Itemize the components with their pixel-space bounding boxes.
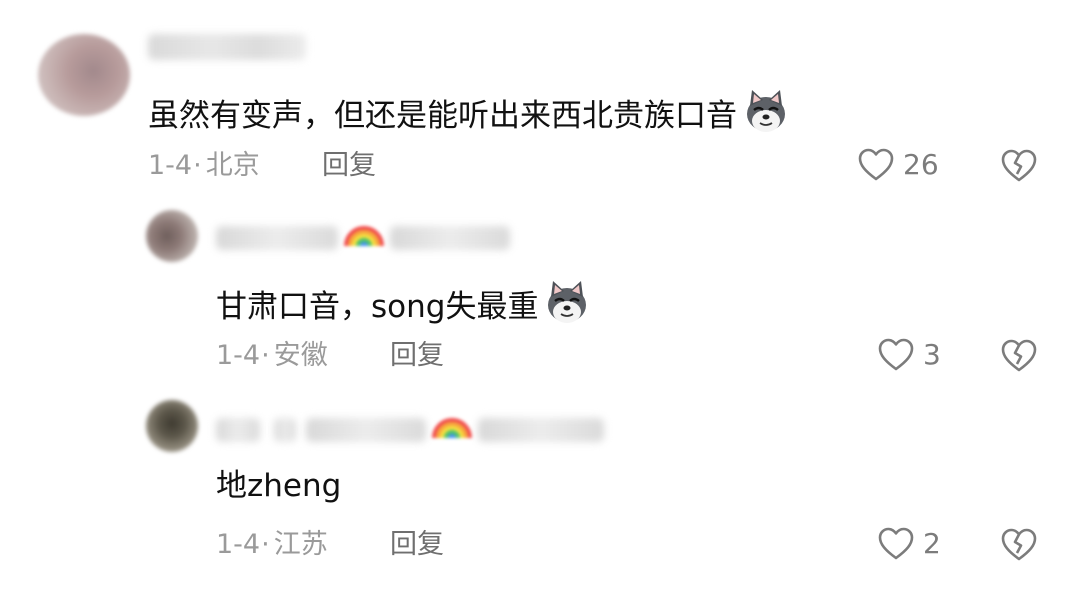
comment-text: 虽然有变声，但还是能听出来西北贵族口音 xyxy=(148,88,789,134)
like-button[interactable]: 26 xyxy=(857,146,939,184)
heart-icon xyxy=(877,336,915,374)
rainbow-emoji-icon xyxy=(430,406,474,440)
comment-text-content: 虽然有变声，但还是能听出来西北贵族口音 xyxy=(148,98,737,134)
comment-location: 江苏 xyxy=(273,529,328,560)
wolf-face-emoji-icon xyxy=(743,88,789,134)
reply-button[interactable]: 回复 xyxy=(390,529,444,561)
username-mid-blurred[interactable] xyxy=(274,418,296,442)
broken-heart-icon xyxy=(1000,337,1038,375)
username-blurred[interactable] xyxy=(148,34,306,60)
comment-text: 甘肃口音，song失最重 xyxy=(216,279,590,325)
like-button[interactable]: 2 xyxy=(877,525,941,563)
dislike-button[interactable] xyxy=(1000,147,1038,185)
comment-meta: 1-4· 安徽 xyxy=(216,340,328,372)
like-count: 3 xyxy=(923,338,941,371)
dislike-button[interactable] xyxy=(1000,337,1038,375)
broken-heart-icon xyxy=(1000,526,1038,564)
reply-button[interactable]: 回复 xyxy=(322,150,376,182)
like-count: 26 xyxy=(903,148,939,181)
like-count: 2 xyxy=(923,527,941,560)
username-blurred[interactable] xyxy=(216,226,338,250)
meta-separator: · xyxy=(261,529,270,560)
avatar[interactable] xyxy=(146,210,198,262)
comment-date: 1-4 xyxy=(216,529,261,560)
wolf-face-emoji-icon xyxy=(544,279,590,325)
comment-date: 1-4 xyxy=(148,150,193,181)
reply-button[interactable]: 回复 xyxy=(390,340,444,372)
username-main-blurred[interactable] xyxy=(306,418,426,442)
meta-separator: · xyxy=(193,150,202,181)
comment-thread: 虽然有变声，但还是能听出来西北贵族口音 1-4· 北京 回复 26 甘肃口音，s… xyxy=(0,0,1080,589)
comment-date: 1-4 xyxy=(216,340,261,371)
meta-separator: · xyxy=(261,340,270,371)
username-blurred[interactable] xyxy=(216,418,260,442)
comment-text-content: 地zheng xyxy=(216,468,342,504)
comment-text: 地zheng xyxy=(216,468,341,504)
dislike-button[interactable] xyxy=(1000,526,1038,564)
comment-meta: 1-4· 江苏 xyxy=(216,529,328,561)
broken-heart-icon xyxy=(1000,147,1038,185)
avatar[interactable] xyxy=(38,34,130,116)
comment-meta: 1-4· 北京 xyxy=(148,150,260,182)
comment-text-content: 甘肃口音，song失最重 xyxy=(216,289,539,325)
username-suffix-blurred[interactable] xyxy=(390,226,510,250)
comment-location: 北京 xyxy=(205,150,260,181)
comment-location: 安徽 xyxy=(273,340,328,371)
heart-icon xyxy=(857,146,895,184)
like-button[interactable]: 3 xyxy=(877,336,941,374)
heart-icon xyxy=(877,525,915,563)
username-suffix-blurred[interactable] xyxy=(478,418,604,442)
avatar[interactable] xyxy=(146,400,198,452)
rainbow-emoji-icon xyxy=(342,214,386,248)
